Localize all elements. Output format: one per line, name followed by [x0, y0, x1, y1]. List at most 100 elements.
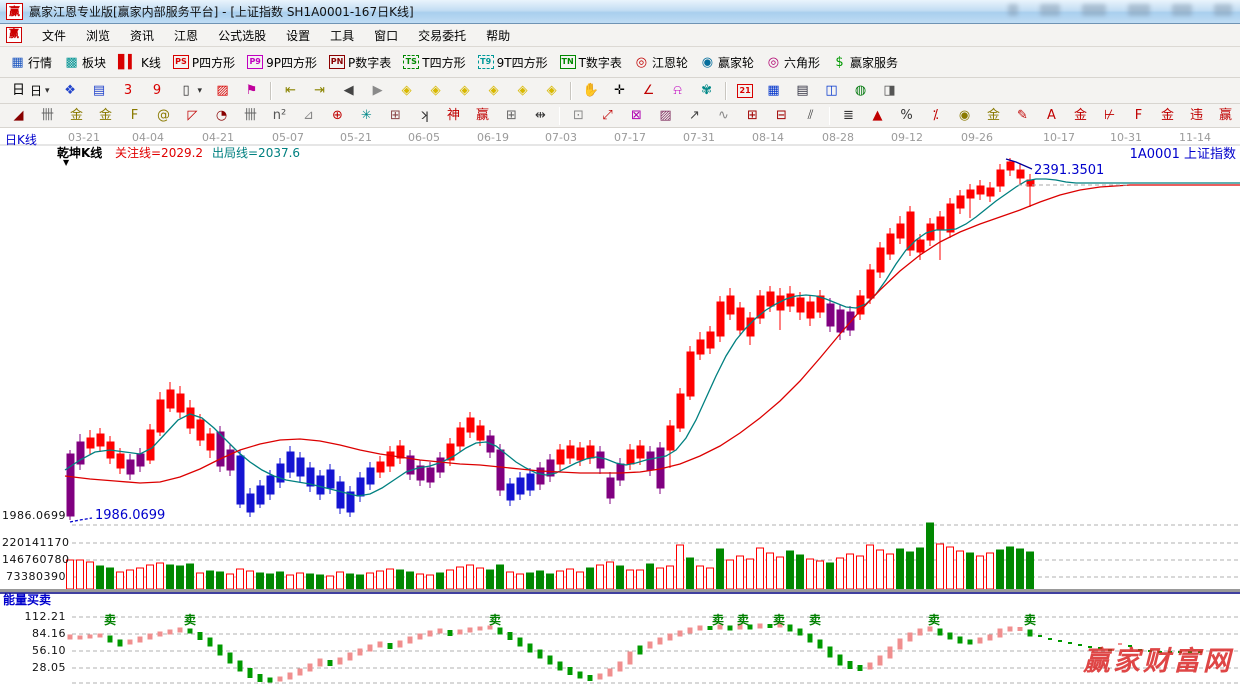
percent-icon[interactable]: %: [892, 106, 921, 125]
menu-item-工具[interactable]: 工具: [320, 25, 364, 46]
angle-measure-icon[interactable]: ∠: [634, 81, 663, 100]
shrink-all-diamond-icon[interactable]: ◈: [537, 81, 566, 100]
spiral-tool-icon[interactable]: @: [149, 106, 178, 125]
shen-tool-icon[interactable]: 神: [439, 106, 468, 125]
9p-square-button[interactable]: P99P四方形: [241, 52, 323, 73]
wave-tool-icon[interactable]: ∿: [709, 106, 738, 125]
go-first-icon[interactable]: ⇤: [276, 81, 305, 100]
candle-style-dropdown[interactable]: ▯▾: [172, 81, 209, 100]
prev-icon[interactable]: ◀: [334, 81, 363, 100]
menu-item-浏览[interactable]: 浏览: [76, 25, 120, 46]
smart-brain-icon[interactable]: ✾: [692, 81, 721, 100]
menu-item-设置[interactable]: 设置: [276, 25, 320, 46]
kline-button[interactable]: ▋▍K线: [112, 52, 167, 73]
zoom-h-diamond-icon[interactable]: ◈: [450, 81, 479, 100]
grid-dark2-icon[interactable]: ⊟: [767, 106, 796, 125]
winner-wheel-button[interactable]: ◉赢家轮: [694, 52, 760, 73]
brush2-icon[interactable]: ✎: [1008, 106, 1037, 125]
ruler2-icon[interactable]: 卌: [236, 106, 265, 125]
grid-dark-icon[interactable]: ⊞: [738, 106, 767, 125]
menu-item-公式选股[interactable]: 公式选股: [208, 25, 276, 46]
zoom-left-diamond-icon[interactable]: ◈: [392, 81, 421, 100]
n-square-icon[interactable]: n²: [265, 106, 294, 125]
titlebar-blurred-item[interactable]: [1040, 4, 1060, 16]
menu-item-文件[interactable]: 文件: [32, 25, 76, 46]
f-ruler-icon[interactable]: F: [120, 106, 149, 125]
crosshair-icon[interactable]: ✛: [605, 81, 634, 100]
web-overview-icon[interactable]: ❖: [56, 81, 85, 100]
chart-canvas[interactable]: [0, 128, 1240, 687]
hand-drag-icon[interactable]: ✋: [576, 81, 605, 100]
save-icon[interactable]: ◫: [817, 81, 846, 100]
menu-item-窗口[interactable]: 窗口: [364, 25, 408, 46]
a-line-icon[interactable]: A: [1037, 106, 1066, 125]
span-arrows-icon[interactable]: ⇹: [526, 106, 555, 125]
gold-line-icon[interactable]: 金: [979, 106, 1008, 125]
gann-gold-ruler-icon[interactable]: 金: [62, 106, 91, 125]
qiankun-dropdown-caret-icon[interactable]: ▼: [63, 159, 69, 168]
go-last-icon[interactable]: ⇥: [305, 81, 334, 100]
titlebar-blurred-item[interactable]: [1008, 4, 1018, 16]
ray-box-icon[interactable]: ▨: [651, 106, 680, 125]
flag-chart-icon[interactable]: ⚑: [237, 81, 266, 100]
pattern-box-icon[interactable]: ▨: [208, 81, 237, 100]
f-line-icon[interactable]: F: [1124, 106, 1153, 125]
grid-123-icon[interactable]: ⊞: [497, 106, 526, 125]
titlebar-blurred-item[interactable]: [1128, 4, 1150, 16]
chart-9-icon[interactable]: 9: [143, 81, 172, 100]
t-number-table-button[interactable]: TNT数字表: [554, 52, 628, 73]
winner-service-button[interactable]: $赢家服务: [826, 52, 904, 73]
angle-a-icon[interactable]: ⊿: [294, 106, 323, 125]
ruler-grid-icon[interactable]: 卌: [33, 106, 62, 125]
gold-line2-icon[interactable]: 金: [1153, 106, 1182, 125]
trend-arrow-icon[interactable]: ↗: [680, 106, 709, 125]
parallel-lines-icon[interactable]: ⫽: [796, 106, 825, 125]
sectors-button[interactable]: ▩板块: [58, 52, 112, 73]
rect-tool-icon[interactable]: ⊡: [564, 106, 593, 125]
angle-line-icon[interactable]: ⊬: [1095, 106, 1124, 125]
notes-icon[interactable]: ▤: [788, 81, 817, 100]
fan-rays-icon[interactable]: ⤢: [593, 106, 622, 125]
print-icon[interactable]: ◨: [875, 81, 904, 100]
titlebar-blurred-item[interactable]: [1214, 4, 1232, 16]
p-square-button[interactable]: PSP四方形: [167, 52, 241, 73]
spider-web-icon[interactable]: ✳: [352, 106, 381, 125]
indicator-title[interactable]: 能量买卖: [3, 594, 51, 607]
shrink-h-diamond-icon[interactable]: ◈: [479, 81, 508, 100]
gann-body-icon[interactable]: ⍾: [663, 81, 692, 100]
ladder-icon[interactable]: ≣: [834, 106, 863, 125]
circle-cross-icon[interactable]: ⊕: [323, 106, 352, 125]
gann-circle-icon[interactable]: ◔: [207, 106, 236, 125]
web-box-icon[interactable]: ⊞: [381, 106, 410, 125]
fan-box-icon[interactable]: ⊠: [622, 106, 651, 125]
speed-line-icon[interactable]: 违: [1182, 106, 1211, 125]
menu-item-帮助[interactable]: 帮助: [476, 25, 520, 46]
win-tool-icon[interactable]: 赢: [468, 106, 497, 125]
network-sync-icon[interactable]: ◍: [846, 81, 875, 100]
titlebar-blurred-item[interactable]: [1082, 4, 1106, 16]
pencil-ruler-icon[interactable]: ◸: [178, 106, 207, 125]
period-day-dropdown[interactable]: 日日▾: [4, 80, 56, 101]
zoom-all-diamond-icon[interactable]: ◈: [508, 81, 537, 100]
t-square-button[interactable]: TST四方形: [397, 52, 471, 73]
menu-item-资讯[interactable]: 资讯: [120, 25, 164, 46]
titlebar-blurred-controls[interactable]: [1008, 4, 1232, 16]
p-number-table-button[interactable]: PNP数字表: [323, 52, 397, 73]
chart-area[interactable]: 日K线 乾坤K线 ▼ 关注线=2029.2 出局线=2037.6 1A0001 …: [0, 128, 1240, 687]
zoom-right-diamond-icon[interactable]: ◈: [421, 81, 450, 100]
menu-item-交易委托[interactable]: 交易委托: [408, 25, 476, 46]
quotes-button[interactable]: ▦行情: [4, 52, 58, 73]
gann-wheel-button[interactable]: ◎江恩轮: [628, 52, 694, 73]
gann-gold-ruler2-icon[interactable]: 金: [91, 106, 120, 125]
9t-square-button[interactable]: T99T四方形: [472, 52, 554, 73]
gold-circle-icon[interactable]: ◉: [950, 106, 979, 125]
menu-item-江恩[interactable]: 江恩: [164, 25, 208, 46]
k-quote-icon[interactable]: ʞ: [410, 106, 439, 125]
percent5-icon[interactable]: ⁒: [921, 106, 950, 125]
titlebar-blurred-item[interactable]: [1172, 4, 1192, 16]
gold-red-icon[interactable]: 金: [1066, 106, 1095, 125]
brush-tool-icon[interactable]: ◢: [4, 106, 33, 125]
win-line-icon[interactable]: 赢: [1211, 106, 1240, 125]
next-icon[interactable]: ▶: [363, 81, 392, 100]
f10-report-icon[interactable]: ▤: [85, 81, 114, 100]
